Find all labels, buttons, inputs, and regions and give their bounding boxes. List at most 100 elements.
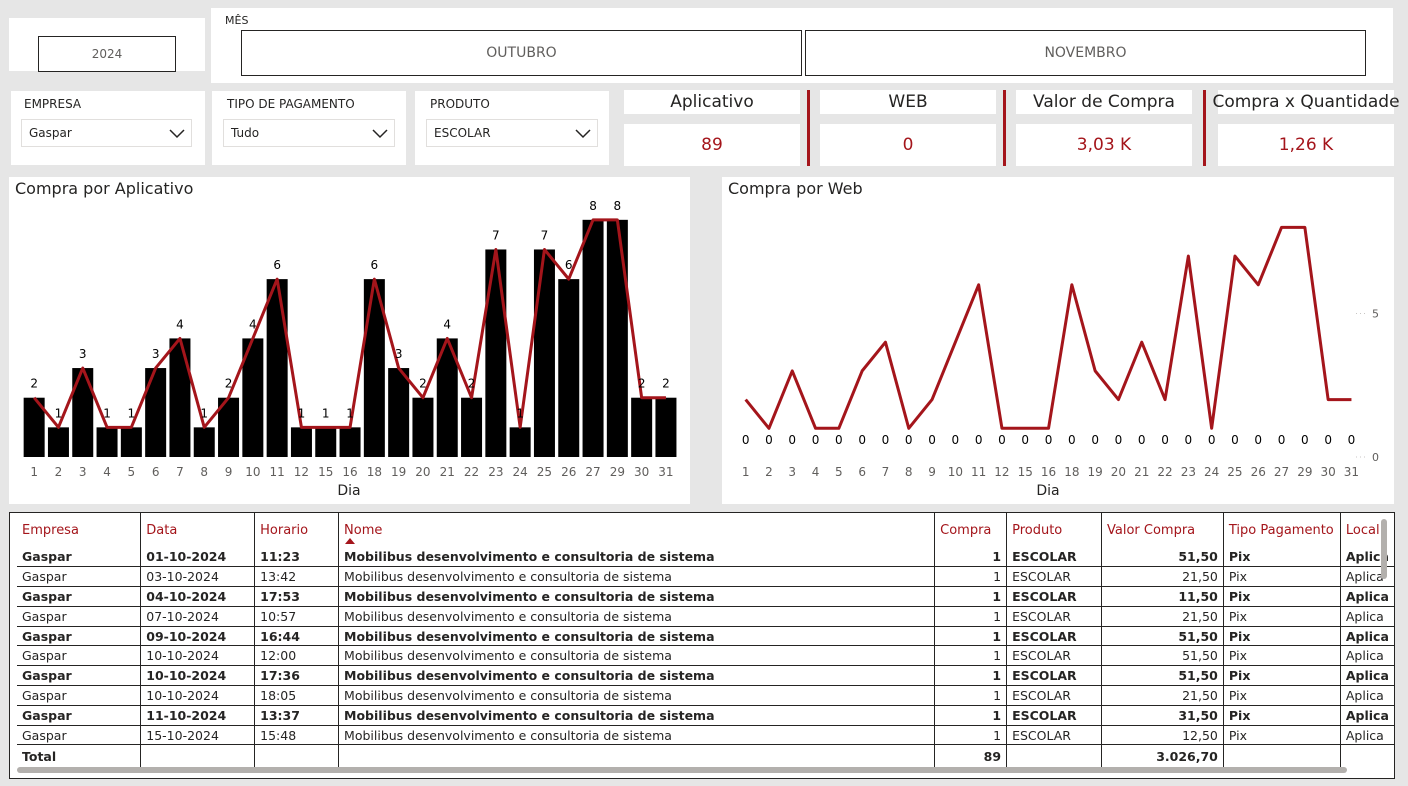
x-tick-label: 25 [1227, 465, 1242, 479]
x-tick-label: 20 [1111, 465, 1126, 479]
column-header[interactable]: Empresa [17, 513, 142, 547]
x-tick-label: 20 [415, 465, 430, 479]
column-header[interactable]: Compra [934, 513, 1008, 547]
table-cell: Aplica [1340, 645, 1394, 667]
table-cell: 12,50 [1101, 725, 1224, 746]
kpi-separator [1203, 90, 1206, 166]
produto-dropdown[interactable]: ESCOLAR [426, 119, 598, 147]
table-cell: 21,50 [1101, 566, 1224, 588]
table-row[interactable]: Gaspar 03-10-2024 13:42 Mobilibus desenvolv… [17, 566, 1394, 588]
month-outubro-button[interactable]: OUTUBRO [241, 30, 802, 76]
month-novembro-button[interactable]: NOVEMBRO [805, 30, 1366, 76]
data-label: 0 [1138, 433, 1146, 447]
table-horizontal-scrollbar[interactable] [17, 767, 1347, 773]
tipo-pagamento-slicer-title: TIPO DE PAGAMENTO [227, 97, 355, 111]
kpi-valor-compra-title: Valor de Compra [1016, 90, 1192, 114]
table-cell: ESCOLAR [1006, 665, 1102, 687]
data-label: 0 [835, 433, 843, 447]
table-row[interactable]: Gaspar 10-10-2024 12:00 Mobilibus desenvolv… [17, 645, 1394, 667]
x-tick-label: 6 [858, 465, 866, 479]
table-cell: Mobilibus desenvolvimento e consultoria … [338, 547, 936, 568]
table-cell: 1 [934, 566, 1008, 588]
table-cell: Gaspar [17, 685, 142, 706]
tipo-pagamento-dropdown[interactable]: Tudo [223, 119, 395, 147]
x-tick-label: 6 [152, 465, 160, 479]
table-cell: 1 [934, 645, 1008, 667]
data-label: 0 [1231, 433, 1239, 447]
sort-ascending-icon[interactable] [345, 538, 356, 544]
table-cell: 1 [934, 626, 1008, 647]
column-header[interactable]: Nome [338, 513, 936, 547]
data-label: 4 [176, 317, 184, 331]
data-label: 1 [298, 406, 306, 420]
column-header[interactable]: Valor Compra [1101, 513, 1224, 547]
table-cell: 1 [934, 705, 1008, 726]
column-header[interactable]: Horario [254, 513, 340, 547]
table-cell: Aplica [1340, 586, 1394, 607]
purchases-table-grid: Empresa Data Horario Nome Compra Produto Valor… [17, 513, 1394, 767]
table-row[interactable]: Gaspar 15-10-2024 15:48 Mobilibus desenvolv… [17, 725, 1394, 746]
table-cell: 21,50 [1101, 606, 1224, 627]
x-tick-label: 23 [1181, 465, 1196, 479]
x-tick-label: 7 [882, 465, 890, 479]
column-header[interactable]: Data [140, 513, 256, 547]
x-tick-label: 15 [318, 465, 333, 479]
empresa-dropdown[interactable]: Gaspar [21, 119, 192, 147]
data-label: 0 [1021, 433, 1029, 447]
table-cell: Gaspar [17, 626, 142, 647]
data-label: 0 [742, 433, 750, 447]
data-label: 0 [1068, 433, 1076, 447]
table-cell: 51,50 [1101, 547, 1224, 568]
table-row[interactable]: Gaspar 10-10-2024 17:36 Mobilibus desenvolv… [17, 665, 1394, 687]
x-tick-label: 3 [788, 465, 796, 479]
kpi-web-card: WEB 0 [820, 90, 996, 168]
data-label: 2 [225, 377, 233, 391]
data-label: 0 [882, 433, 890, 447]
data-label: 1 [103, 406, 111, 420]
kpi-aplicativo-title: Aplicativo [624, 90, 800, 114]
table-row[interactable]: Gaspar 07-10-2024 10:57 Mobilibus desenvolv… [17, 606, 1394, 627]
total-label: Total [17, 744, 142, 767]
column-header[interactable]: Produto [1006, 513, 1102, 547]
column-header[interactable]: Tipo Pagamento [1223, 513, 1341, 547]
x-tick-label: 21 [440, 465, 455, 479]
table-cell: ESCOLAR [1006, 685, 1102, 706]
table-row[interactable]: Gaspar 04-10-2024 17:53 Mobilibus desenvolv… [17, 586, 1394, 607]
table-cell: 15-10-2024 [140, 725, 256, 746]
table-cell: 09-10-2024 [140, 626, 256, 647]
table-cell: 15:48 [254, 725, 340, 746]
table-row[interactable]: Gaspar 09-10-2024 16:44 Mobilibus desenvolv… [17, 626, 1394, 647]
data-label: 2 [419, 377, 427, 391]
bar [47, 427, 69, 457]
data-label: 0 [1348, 433, 1356, 447]
table-cell: 1 [934, 606, 1008, 627]
table-row[interactable]: Gaspar 10-10-2024 18:05 Mobilibus desenvolv… [17, 685, 1394, 706]
x-tick-label: 27 [585, 465, 600, 479]
table-cell: Mobilibus desenvolvimento e consultoria … [338, 566, 936, 588]
table-row[interactable]: Gaspar 01-10-2024 11:23 Mobilibus desenvolv… [17, 547, 1394, 568]
x-tick-label: 30 [1321, 465, 1336, 479]
table-cell: Gaspar [17, 566, 142, 588]
data-label: 0 [1324, 433, 1332, 447]
table-cell: 04-10-2024 [140, 586, 256, 607]
x-tick-label: 16 [1041, 465, 1056, 479]
kpi-compra-quantidade-title: Compra x Quantidade [1212, 90, 1400, 114]
table-total-row: Total 89 3.026,70 [17, 744, 1394, 767]
total-compra: 89 [934, 744, 1008, 767]
x-tick-label: 4 [812, 465, 820, 479]
table-row[interactable]: Gaspar 11-10-2024 13:37 Mobilibus desenvolv… [17, 705, 1394, 726]
x-tick-label: 10 [948, 465, 963, 479]
kpi-compra-quantidade-card: Compra x Quantidade 1,26 K [1212, 90, 1400, 168]
x-tick-label: 11 [270, 465, 285, 479]
table-cell: Gaspar [17, 547, 142, 568]
table-vertical-scrollbar[interactable] [1381, 519, 1387, 579]
bar [606, 219, 628, 457]
x-tick-label: 22 [1157, 465, 1172, 479]
year-2024-button[interactable]: 2024 [38, 36, 176, 72]
bar [388, 368, 410, 457]
table-cell: Mobilibus desenvolvimento e consultoria … [338, 685, 936, 706]
table-cell: Aplica [1340, 705, 1394, 726]
x-tick-label: 26 [1251, 465, 1266, 479]
table-cell: Gaspar [17, 645, 142, 667]
tipo-pagamento-slicer: TIPO DE PAGAMENTO Tudo [212, 91, 406, 165]
